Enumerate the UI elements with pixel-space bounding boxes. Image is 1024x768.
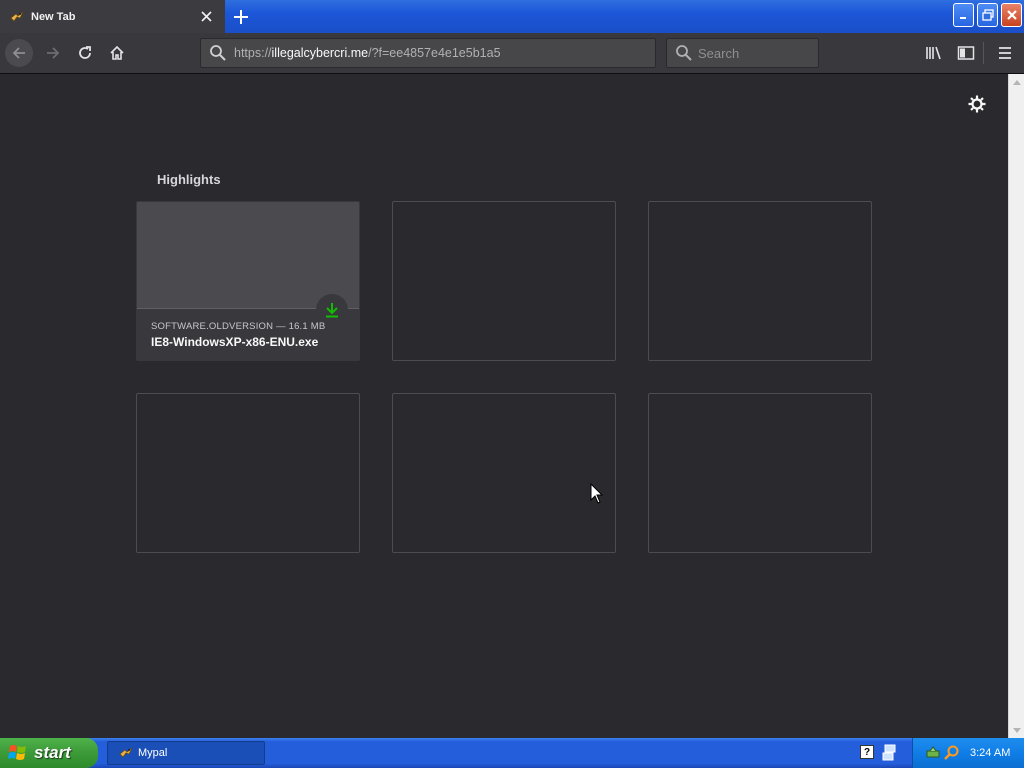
download-icon — [326, 303, 338, 318]
highlights-heading: Highlights — [157, 172, 221, 187]
restore-button[interactable] — [977, 3, 998, 27]
highlight-placeholder — [392, 201, 616, 361]
reload-icon — [79, 46, 91, 59]
highlight-card-download[interactable]: SOFTWARE.OLDVERSION — 16.1 MB IE8-Window… — [136, 201, 360, 361]
search-placeholder: Search — [698, 45, 740, 61]
home-icon — [110, 45, 124, 60]
caret-up-icon — [1012, 79, 1021, 85]
tab-title: New Tab — [31, 10, 76, 23]
back-button[interactable] — [5, 39, 33, 67]
title-bar: New Tab — [0, 0, 1024, 33]
taskbar: start Mypal ? 3:24 AM — [0, 738, 1024, 768]
minimize-button[interactable] — [953, 3, 974, 27]
minimize-icon — [959, 17, 966, 19]
clock: 3:24 AM — [970, 747, 1011, 759]
help-icon[interactable]: ? — [860, 745, 874, 759]
caret-down-icon — [1012, 727, 1021, 733]
scroll-down-arrow[interactable] — [1009, 722, 1024, 738]
url-text[interactable]: https://illegalcybercri.me/?f=ee4857e4e1… — [234, 46, 501, 60]
scroll-up-arrow[interactable] — [1009, 74, 1024, 90]
gear-icon — [968, 95, 986, 113]
new-tab-page: Highlights SOFTWARE.OLDVERSION — 16.1 MB… — [0, 74, 1008, 738]
mypal-bird-icon — [119, 747, 133, 758]
navigation-toolbar: https://illegalcybercri.me/?f=ee4857e4e1… — [0, 33, 1024, 74]
url-domain: illegalcybercri.me — [271, 46, 369, 60]
menu-button[interactable] — [993, 41, 1017, 65]
home-button[interactable] — [103, 39, 131, 67]
windows-logo-icon — [8, 745, 26, 760]
sidebar-button[interactable] — [954, 41, 978, 65]
url-path: /?f=ee4857e4e1e5b1a5 — [368, 46, 501, 60]
highlight-placeholder — [648, 393, 872, 553]
search-icon — [210, 45, 226, 61]
forward-button[interactable] — [39, 39, 67, 67]
mypal-bird-icon — [10, 11, 24, 22]
highlight-thumbnail — [137, 202, 359, 309]
search-icon — [676, 45, 692, 61]
highlight-source: SOFTWARE.OLDVERSION — 16.1 MB — [151, 321, 326, 332]
settings-button[interactable] — [966, 93, 988, 115]
close-window-button[interactable] — [1001, 3, 1022, 27]
taskbar-item-mypal[interactable]: Mypal — [107, 741, 265, 765]
start-label: start — [34, 743, 71, 762]
new-tab-button[interactable] — [230, 6, 252, 28]
arrow-left-icon — [12, 47, 25, 59]
start-button[interactable]: start — [0, 738, 98, 768]
network-icon[interactable] — [882, 744, 898, 762]
vertical-scrollbar[interactable] — [1008, 74, 1024, 738]
library-button[interactable] — [922, 41, 946, 65]
library-icon — [926, 46, 941, 60]
arrow-right-icon — [47, 47, 60, 59]
highlight-placeholder — [392, 393, 616, 553]
url-bar[interactable]: https://illegalcybercri.me/?f=ee4857e4e1… — [200, 38, 656, 68]
restore-icon — [981, 9, 994, 21]
close-tab-icon[interactable] — [198, 9, 214, 25]
highlight-placeholder — [136, 393, 360, 553]
toolbar-separator — [983, 42, 984, 64]
sidebar-icon — [957, 46, 975, 60]
taskbar-item-label: Mypal — [138, 747, 168, 759]
close-icon — [1006, 10, 1017, 20]
search-bar[interactable]: Search — [666, 38, 819, 68]
magnifier-icon[interactable] — [944, 745, 960, 761]
system-tray: 3:24 AM — [912, 738, 1024, 768]
safely-remove-hardware-icon[interactable] — [925, 745, 941, 761]
plus-icon — [234, 10, 248, 24]
reload-button[interactable] — [71, 39, 99, 67]
hamburger-menu-icon — [999, 47, 1011, 59]
highlight-placeholder — [648, 201, 872, 361]
tab-new-tab[interactable]: New Tab — [0, 0, 225, 33]
mouse-pointer-icon — [590, 483, 604, 504]
highlight-filename: IE8-WindowsXP-x86-ENU.exe — [151, 335, 319, 349]
